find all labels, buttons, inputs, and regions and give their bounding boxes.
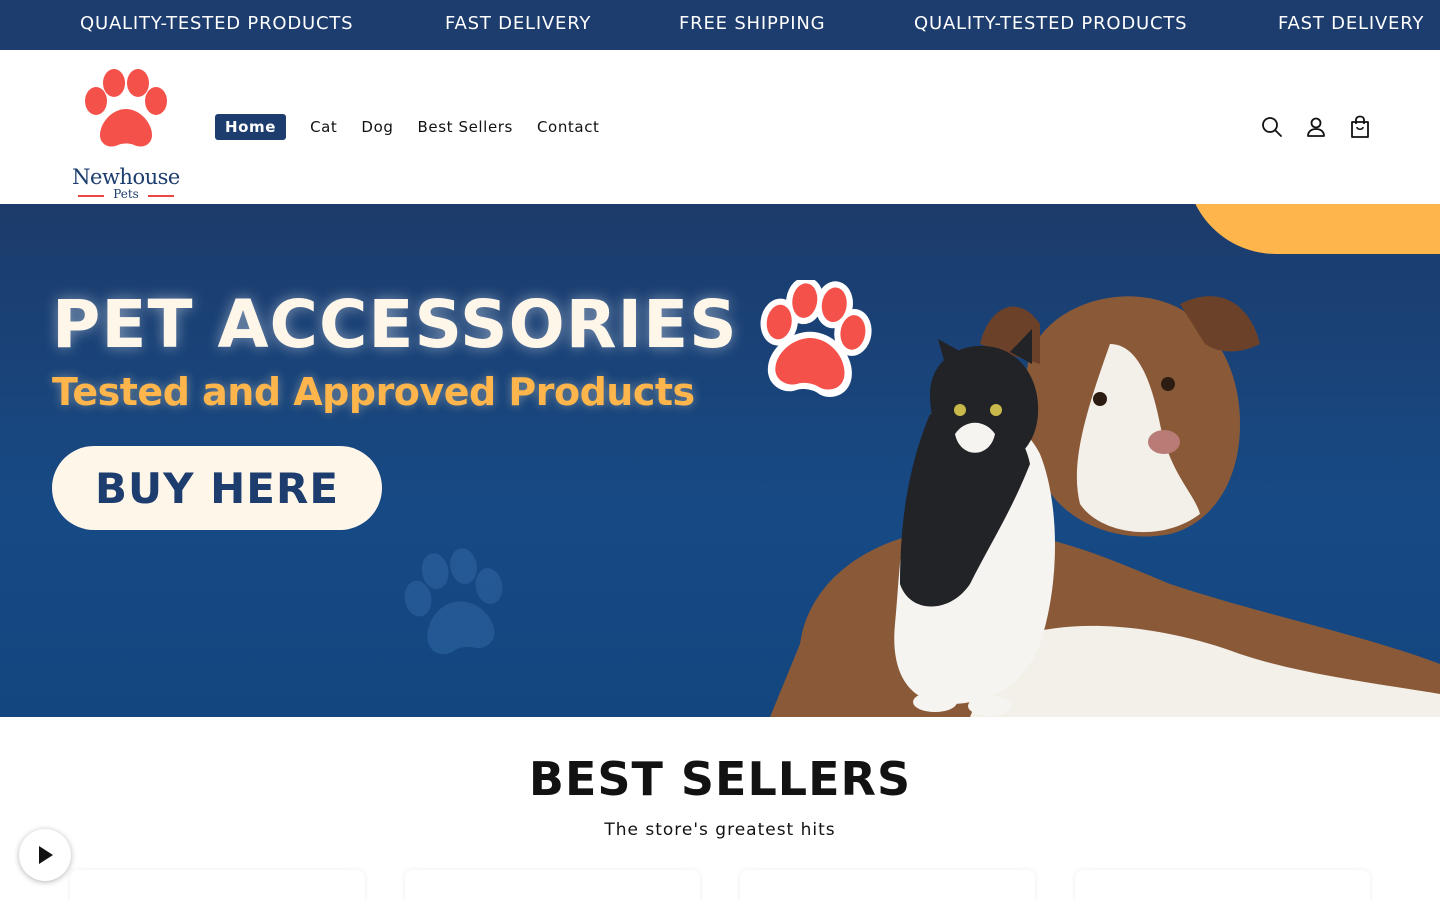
- nav-item-dog[interactable]: Dog: [361, 114, 393, 140]
- announcement-item: QUALITY-TESTED PRODUCTS: [914, 13, 1188, 34]
- announcement-bar: QUALITY-TESTED PRODUCTS FAST DELIVERY FR…: [0, 0, 1440, 50]
- video-play-button[interactable]: [19, 829, 71, 881]
- section-subtitle: The store's greatest hits: [604, 820, 836, 840]
- nav-item-contact[interactable]: Contact: [537, 114, 600, 140]
- hero-decoration: [1186, 204, 1440, 254]
- cart-icon: [1351, 115, 1369, 138]
- play-icon: [39, 846, 53, 864]
- hero-banner[interactable]: PET ACCESSORIES Tested and Approved Prod…: [0, 204, 1440, 717]
- product-card[interactable]: [405, 870, 700, 900]
- account-icon: [1307, 117, 1325, 137]
- paw-logo-icon: [85, 69, 167, 147]
- paw-icon: [760, 280, 872, 397]
- main-nav: Home Cat Dog Best Sellers Contact: [215, 114, 624, 140]
- site-header: Newhouse Pets Home Cat Dog Best Sellers …: [0, 50, 1440, 204]
- nav-item-best-sellers[interactable]: Best Sellers: [417, 114, 512, 140]
- cart-button[interactable]: [1347, 114, 1373, 140]
- search-icon: [1262, 117, 1282, 137]
- product-card[interactable]: [1075, 870, 1370, 900]
- account-button[interactable]: [1303, 114, 1329, 140]
- announcement-item: FREE SHIPPING: [679, 13, 826, 34]
- product-card[interactable]: [740, 870, 1035, 900]
- store-logo[interactable]: Newhouse Pets: [66, 65, 186, 201]
- nav-item-cat[interactable]: Cat: [310, 114, 337, 140]
- paw-decoration-icon: [404, 548, 503, 655]
- logo-name: Newhouse: [72, 165, 180, 189]
- product-card[interactable]: [70, 870, 365, 900]
- logo-divider: [148, 195, 174, 197]
- buy-here-button[interactable]: BUY HERE: [52, 446, 382, 530]
- announcement-item: FAST DELIVERY: [445, 13, 592, 34]
- announcement-item: QUALITY-TESTED PRODUCTS: [80, 13, 354, 34]
- search-button[interactable]: [1259, 114, 1285, 140]
- section-title: BEST SELLERS: [528, 752, 912, 806]
- announcement-item: FAST DELIVERY: [1278, 13, 1425, 34]
- hero-title: PET ACCESSORIES: [52, 286, 738, 363]
- nav-item-home[interactable]: Home: [215, 114, 287, 140]
- logo-subtitle: Pets: [113, 187, 139, 201]
- hero-subtitle: Tested and Approved Products: [52, 370, 695, 414]
